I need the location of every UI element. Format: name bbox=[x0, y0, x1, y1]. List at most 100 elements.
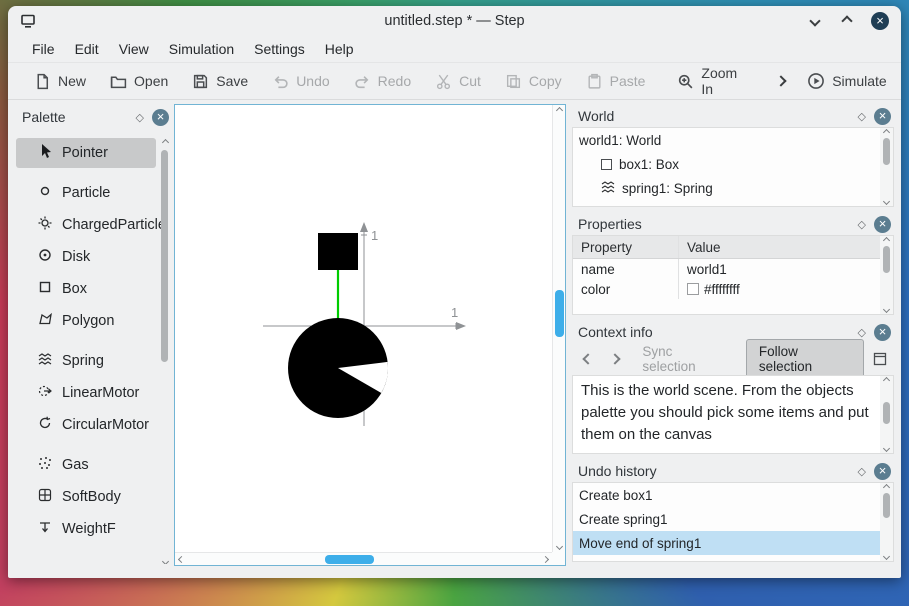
tree-item-world1[interactable]: world1: World bbox=[573, 128, 893, 152]
close-panel-button[interactable] bbox=[152, 108, 169, 126]
palette-item-softbody[interactable]: SoftBody bbox=[16, 482, 156, 512]
canvas-vertical-scrollbar[interactable] bbox=[552, 105, 565, 552]
scrollbar-thumb[interactable] bbox=[882, 246, 890, 274]
open-folder-icon bbox=[110, 73, 127, 90]
float-panel-icon[interactable] bbox=[858, 218, 866, 231]
menu-help[interactable]: Help bbox=[315, 36, 364, 62]
palette-item-box[interactable]: Box bbox=[16, 274, 156, 304]
palette-item-particle[interactable]: Particle bbox=[16, 178, 156, 208]
toolbar-extension-button[interactable] bbox=[775, 75, 787, 87]
menu-simulation[interactable]: Simulation bbox=[159, 36, 244, 62]
properties-scrollbar[interactable] bbox=[880, 236, 893, 314]
property-row-color[interactable]: color #ffffffff bbox=[573, 279, 893, 299]
tree-item-box1[interactable]: box1: Box bbox=[573, 152, 893, 176]
world-panel: World world1: World box1: Box spring1: S… bbox=[572, 105, 894, 207]
scrollbar-track[interactable] bbox=[161, 148, 169, 556]
palette-item-chargedparticle[interactable]: ChargedParticle bbox=[16, 210, 166, 240]
palette-item-gas[interactable]: Gas bbox=[16, 450, 156, 480]
float-panel-icon[interactable] bbox=[136, 111, 144, 124]
palette-item-pointer[interactable]: Pointer bbox=[16, 138, 156, 168]
palette-item-circularmotor[interactable]: CircularMotor bbox=[16, 410, 156, 440]
palette-scrollbar[interactable] bbox=[158, 138, 172, 564]
palette-item-weightforce[interactable]: WeightF bbox=[16, 514, 156, 544]
particle-icon bbox=[36, 182, 54, 204]
menu-edit[interactable]: Edit bbox=[65, 36, 109, 62]
tree-item-spring1[interactable]: spring1: Spring bbox=[573, 176, 893, 200]
titlebar[interactable]: untitled.step * — Step bbox=[8, 6, 901, 36]
undo-history-panel: Undo history Create box1 Create spring1 … bbox=[572, 460, 894, 562]
scroll-down-icon bbox=[882, 305, 891, 314]
palette-item-label: Polygon bbox=[62, 313, 115, 329]
undo-item-move-end-of-spring1[interactable]: Move end of spring1 bbox=[573, 531, 893, 555]
redo-button: Redo bbox=[342, 69, 423, 94]
context-info-panel: Context info Sync selection Follow selec… bbox=[572, 321, 894, 454]
canvas-horizontal-scrollbar[interactable] bbox=[175, 552, 552, 565]
menu-view[interactable]: View bbox=[109, 36, 159, 62]
menu-settings[interactable]: Settings bbox=[244, 36, 315, 62]
palette-list: Pointer Particle ChargedParticle Disk Bo… bbox=[16, 136, 172, 564]
context-nav-bar: Sync selection Follow selection bbox=[572, 339, 894, 379]
toolbar-button-label: Paste bbox=[609, 73, 646, 89]
property-value[interactable]: world1 bbox=[679, 262, 880, 277]
property-row-name[interactable]: name world1 bbox=[573, 259, 893, 279]
float-panel-icon[interactable] bbox=[858, 465, 866, 478]
close-panel-button[interactable] bbox=[874, 323, 891, 341]
close-button[interactable] bbox=[871, 12, 889, 30]
chevron-down-icon bbox=[809, 15, 821, 27]
minimize-button[interactable] bbox=[807, 13, 823, 29]
float-panel-icon[interactable] bbox=[858, 110, 866, 123]
float-panel-icon[interactable] bbox=[858, 326, 866, 339]
save-button[interactable]: Save bbox=[180, 69, 260, 94]
close-panel-button[interactable] bbox=[874, 462, 891, 480]
scrollbar-thumb[interactable] bbox=[882, 493, 890, 519]
context-text-area[interactable]: This is the world scene. From the object… bbox=[572, 375, 894, 454]
palette-item-spring[interactable]: Spring bbox=[16, 346, 156, 376]
tree-item-label: spring1: Spring bbox=[622, 180, 713, 196]
maximize-button[interactable] bbox=[839, 13, 855, 29]
box1-object[interactable] bbox=[318, 233, 358, 270]
scroll-up-icon bbox=[161, 138, 169, 147]
close-panel-button[interactable] bbox=[874, 215, 891, 233]
panel-title: Properties bbox=[578, 216, 642, 232]
undo-scrollbar[interactable] bbox=[880, 483, 893, 561]
scrollbar-thumb[interactable] bbox=[882, 401, 890, 424]
palette-item-linearmotor[interactable]: LinearMotor bbox=[16, 378, 156, 408]
y-axis-tick-label: 1 bbox=[371, 228, 378, 243]
palette-item-polygon[interactable]: Polygon bbox=[16, 306, 156, 336]
undo-item-create-box1[interactable]: Create box1 bbox=[573, 483, 893, 507]
scroll-down-icon bbox=[161, 557, 169, 564]
palette-item-label: SoftBody bbox=[62, 489, 121, 505]
scroll-up-icon bbox=[882, 236, 891, 245]
scrollbar-thumb[interactable] bbox=[554, 290, 564, 337]
close-panel-button[interactable] bbox=[874, 107, 891, 125]
new-button[interactable]: New bbox=[22, 69, 98, 94]
palette-item-disk[interactable]: Disk bbox=[16, 242, 156, 272]
scrollbar-thumb[interactable] bbox=[161, 150, 168, 363]
menu-file[interactable]: File bbox=[22, 36, 65, 62]
undo-item-create-spring1[interactable]: Create spring1 bbox=[573, 507, 893, 531]
zoom-in-icon bbox=[677, 73, 694, 90]
scrollbar-thumb[interactable] bbox=[882, 138, 890, 166]
property-value-cell[interactable]: #ffffffff bbox=[679, 282, 880, 297]
palette-panel: Palette Pointer Particle ChargedParticle bbox=[16, 106, 172, 566]
follow-selection-button[interactable]: Follow selection bbox=[745, 339, 864, 379]
toolbar-button-label: Cut bbox=[459, 73, 481, 89]
scene-canvas[interactable]: 1 1 bbox=[174, 104, 566, 566]
open-button[interactable]: Open bbox=[98, 69, 180, 94]
world-scrollbar[interactable] bbox=[880, 128, 893, 206]
gas-icon bbox=[36, 454, 54, 476]
context-scrollbar[interactable] bbox=[880, 376, 893, 453]
undo-item-label: Move end of spring1 bbox=[579, 535, 702, 551]
zoom-in-button[interactable]: Zoom In bbox=[665, 61, 749, 101]
soft-body-icon bbox=[36, 486, 54, 508]
simulate-button[interactable]: Simulate bbox=[795, 68, 898, 94]
forward-button[interactable] bbox=[605, 349, 624, 369]
toolbar-button-label: Redo bbox=[377, 73, 412, 89]
chevron-left-icon bbox=[581, 353, 594, 365]
back-button[interactable] bbox=[578, 349, 597, 369]
toolbar-button-label: Zoom In bbox=[701, 65, 738, 97]
palette-item-label: WeightF bbox=[62, 521, 116, 537]
save-icon bbox=[192, 73, 209, 90]
scrollbar-thumb[interactable] bbox=[324, 554, 374, 564]
open-in-browser-button[interactable] bbox=[872, 351, 888, 367]
